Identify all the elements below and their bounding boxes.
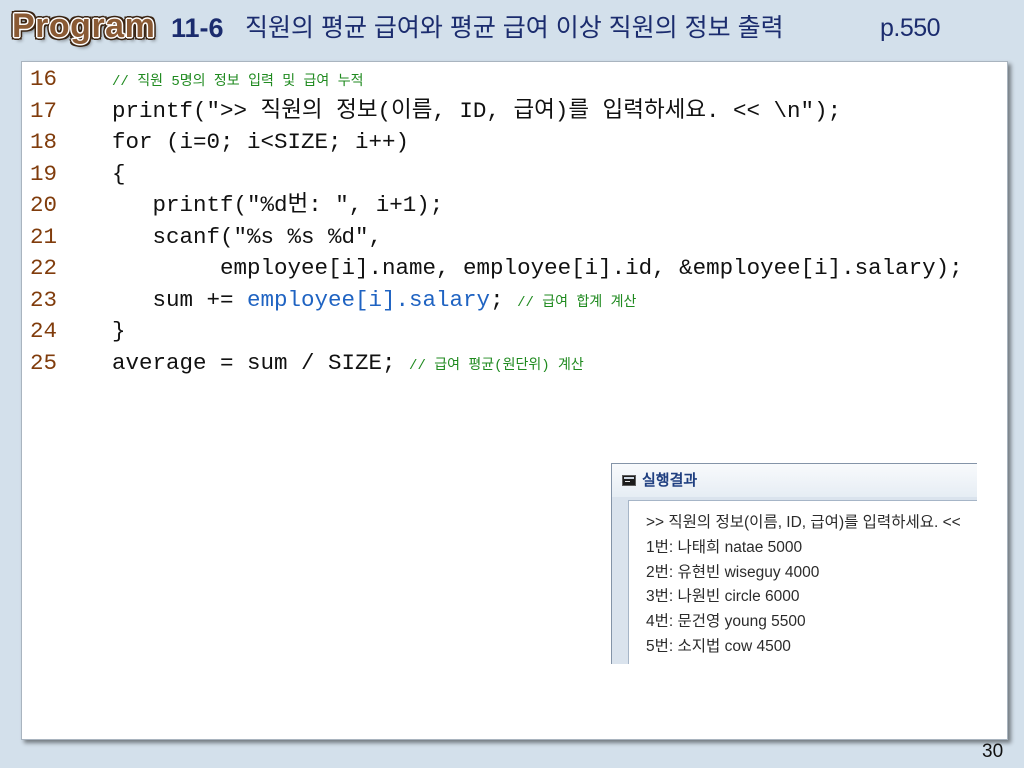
code-statement: printf("%d번: ", i+1); — [152, 192, 444, 218]
code-statement: employee[i].name, employee[i].id, &emplo… — [220, 255, 963, 281]
output-console: >> 직원의 정보(이름, ID, 급여)를 입력하세요. << 1번: 나태희… — [628, 500, 977, 664]
code-statement: sum += — [152, 286, 234, 313]
line-number: 22 — [30, 255, 58, 281]
line-number: 20 — [30, 192, 58, 218]
line-number: 21 — [30, 223, 58, 250]
code-listing: 16 // 직원 5명의 정보 입력 및 급여 누적 17 printf(">>… — [30, 64, 963, 379]
code-text: // 직원 5명의 정보 입력 및 급여 누적 — [112, 67, 363, 99]
code-text: average = sum / SIZE; // 급여 평균(원단위) 계산 — [112, 348, 584, 383]
code-line: 17 printf(">> 직원의 정보(이름, ID, 급여)를 입력하세요.… — [30, 96, 963, 128]
code-line: 21 scanf("%s %s %d", — [30, 222, 963, 254]
content-panel: 16 // 직원 5명의 정보 입력 및 급여 누적 17 printf(">>… — [21, 61, 1008, 740]
line-number: 25 — [30, 349, 58, 376]
code-comment: // 급여 평균(원단위) 계산 — [409, 357, 584, 374]
output-line: 5번: 소지법 cow 4500 — [646, 637, 791, 655]
code-statement: for (i=0; i<SIZE; i++) — [112, 129, 410, 155]
code-line: 20 printf("%d번: ", i+1); — [30, 190, 963, 222]
output-line: 3번: 나원빈 circle 6000 — [646, 588, 800, 606]
code-text: employee[i].name, employee[i].id, &emplo… — [112, 253, 963, 285]
line-number: 18 — [30, 129, 58, 155]
code-line: 24 } — [30, 316, 963, 348]
code-comment: // 직원 5명의 정보 입력 및 급여 누적 — [112, 74, 364, 90]
code-line: 23 sum += employee[i].salary ; // 급여 합계 … — [30, 285, 963, 317]
output-titlebar: 실행결과 — [612, 464, 977, 497]
line-number: 24 — [30, 318, 58, 344]
code-text: printf(">> 직원의 정보(이름, ID, 급여)를 입력하세요. <<… — [112, 96, 841, 128]
section-number: 11-6 — [171, 13, 224, 43]
code-text: } — [112, 316, 126, 348]
code-line: 18 for (i=0; i<SIZE; i++) — [30, 127, 963, 159]
highlighted-expression: employee[i].salary — [247, 286, 491, 313]
code-line: 22 employee[i].name, employee[i].id, &em… — [30, 253, 963, 285]
code-line: 16 // 직원 5명의 정보 입력 및 급여 누적 — [30, 64, 963, 96]
output-line: 2번: 유현빈 wiseguy 4000 — [646, 563, 820, 581]
code-text: scanf("%s %s %d", — [112, 222, 383, 254]
page-number: 30 — [982, 741, 1004, 762]
code-comment: // 급여 합계 계산 — [517, 294, 637, 311]
output-line: >> 직원의 정보(이름, ID, 급여)를 입력하세요. << — [646, 514, 961, 531]
code-text: for (i=0; i<SIZE; i++) — [112, 127, 409, 159]
code-statement: scanf("%s %s %d", — [152, 223, 383, 250]
code-statement: printf(">> 직원의 정보(이름, ID, 급여)를 입력하세요. <<… — [112, 97, 842, 124]
console-icon — [622, 475, 636, 486]
code-statement-end: ; — [490, 286, 504, 313]
code-line: 25 average = sum / SIZE; // 급여 평균(원단위) 계… — [30, 348, 963, 380]
line-number: 23 — [30, 286, 58, 313]
output-title: 실행결과 — [642, 472, 698, 489]
output-line: 1번: 나태희 natae 5000 — [646, 538, 803, 556]
code-line: 19 { — [30, 159, 963, 191]
line-number: 19 — [30, 160, 58, 187]
code-text: printf("%d번: ", i+1); — [112, 190, 444, 222]
page-title: 직원의 평균 급여와 평균 급여 이상 직원의 정보 출력 — [245, 14, 784, 42]
output-window: 실행결과 >> 직원의 정보(이름, ID, 급여)를 입력하세요. << 1번… — [611, 463, 977, 664]
code-statement: average = sum / SIZE; — [112, 349, 396, 376]
line-number: 17 — [30, 97, 58, 124]
page-reference: p.550 — [880, 14, 941, 42]
program-badge: Program — [12, 7, 156, 45]
code-text: { — [112, 159, 126, 191]
line-number: 16 — [30, 66, 58, 92]
code-statement: } — [112, 318, 126, 344]
code-statement: { — [112, 160, 126, 187]
code-text: sum += employee[i].salary ; // 급여 합계 계산 — [112, 285, 637, 320]
output-line: 4번: 문건영 young 5500 — [646, 613, 806, 631]
